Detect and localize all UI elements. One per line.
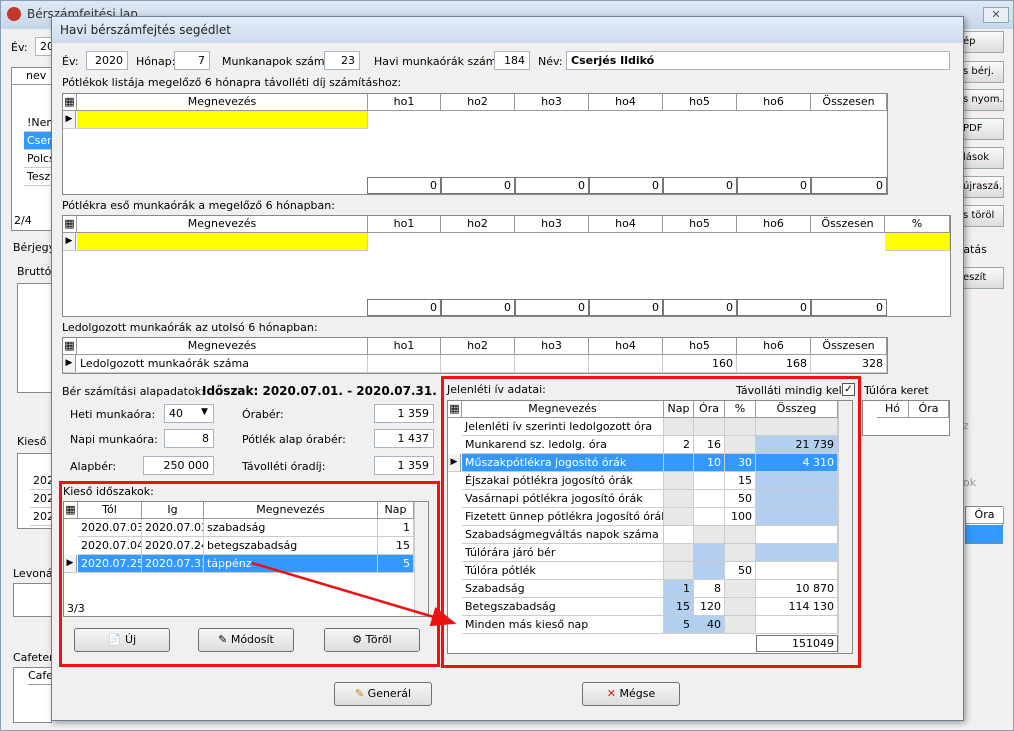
- kieso-bg-row: 202: [30, 508, 52, 526]
- tab-berjegy[interactable]: Bérjegy: [13, 241, 55, 254]
- kieso-grid-bg: 202 202 202: [17, 453, 52, 529]
- levonas-grid: [13, 583, 52, 617]
- cafeteria-grid: Cafe: [13, 667, 53, 723]
- main-ev-label: Év:: [11, 41, 28, 54]
- grid-header: nev: [12, 68, 53, 85]
- annotation-arrow: [251, 561, 457, 627]
- general-label: Generál: [367, 687, 412, 700]
- employee-row[interactable]: Teszt: [24, 168, 52, 186]
- cafe-col: Cafe: [28, 668, 53, 685]
- kieso-bg-row: 202: [30, 472, 52, 490]
- app-icon: [7, 7, 21, 21]
- employee-grid: nev !Nem Cserj Polcs Teszt 2/4: [11, 67, 53, 231]
- employee-row[interactable]: Cserj: [24, 132, 52, 150]
- havi-berszamfejtes-dialog: Havi bérszámfejtés segédlet Év: 2020 Hón…: [51, 16, 964, 721]
- general-button[interactable]: ✎ Generál: [334, 682, 432, 706]
- kieso-label-bg: Kieső i: [17, 435, 54, 448]
- employee-row[interactable]: Polcs: [24, 150, 52, 168]
- row-count: 2/4: [14, 214, 32, 227]
- cancel-icon: ✕: [606, 687, 616, 700]
- brutto-grid: [17, 283, 52, 393]
- pencil-icon: ✎: [354, 687, 365, 700]
- right-grid-selected: [966, 525, 1003, 543]
- main-close-button[interactable]: ✕: [983, 7, 1009, 23]
- employee-row[interactable]: !Nem: [24, 114, 52, 132]
- megse-label: Mégse: [619, 687, 656, 700]
- right-grid: Óra: [965, 506, 1004, 544]
- kieso-bg-row: 202: [30, 490, 52, 508]
- megse-button[interactable]: ✕ Mégse: [582, 682, 680, 706]
- right-col-ora: Óra: [966, 507, 1004, 524]
